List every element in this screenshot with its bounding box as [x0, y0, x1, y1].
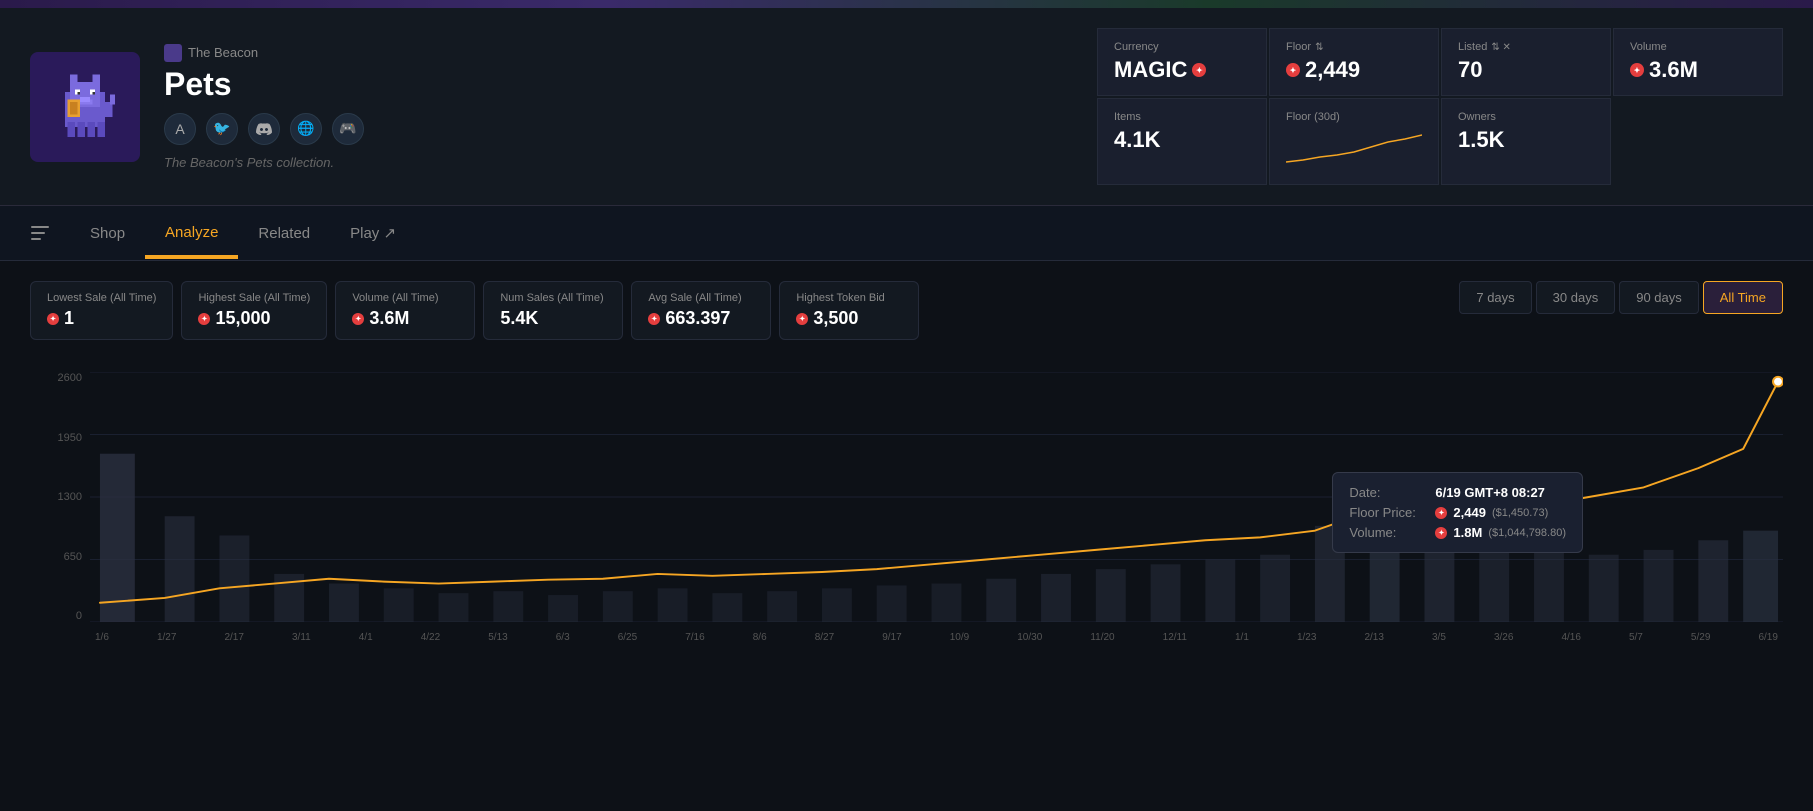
chart-svg-area: Date: 6/19 GMT+8 08:27 Floor Price: ✦ 2,… [90, 372, 1783, 622]
nav-bar: Shop Analyze Related Play ↗ [0, 206, 1813, 261]
social-btn-arweave[interactable]: A [164, 113, 196, 145]
analytics-stat-highest-sale: Highest Sale (All Time) ✦ 15,000 [181, 281, 327, 340]
tooltip-volume-value: 1.8M [1453, 525, 1482, 540]
social-links: A 🐦 🌐 🎮 [164, 113, 1073, 145]
main-content: Lowest Sale (All Time) ✦ 1 Highest Sale … [0, 261, 1813, 672]
floor-label: Floor ⇅ [1286, 41, 1422, 53]
lowest-sale-label: Lowest Sale (All Time) [47, 292, 156, 304]
chart-tooltip: Date: 6/19 GMT+8 08:27 Floor Price: ✦ 2,… [1332, 472, 1583, 553]
tooltip-floor-label: Floor Price: [1349, 505, 1429, 520]
time-btn-7days[interactable]: 7 days [1459, 281, 1531, 314]
magic-dot-highest: ✦ [198, 313, 210, 325]
tooltip-floor-value: 2,449 [1453, 505, 1486, 520]
tooltip-volume-usd: ($1,044,798.80) [1488, 527, 1566, 539]
volume-all-label: Volume (All Time) [352, 292, 458, 304]
chart-y-axis: 2600 1950 1300 650 0 [30, 372, 90, 622]
owners-label: Owners [1458, 111, 1594, 123]
num-sales-value: 5.4K [500, 308, 606, 329]
stats-grid: Currency MAGIC ✦ Floor ⇅ ✦ 2,449 Listed … [1097, 28, 1783, 185]
stat-card-floor30d: Floor (30d) [1269, 98, 1439, 185]
currency-value: MAGIC ✦ [1114, 57, 1250, 83]
items-label: Items [1114, 111, 1250, 123]
analytics-stat-lowest: Lowest Sale (All Time) ✦ 1 [30, 281, 173, 340]
analytics-stats: Lowest Sale (All Time) ✦ 1 Highest Sale … [30, 281, 919, 340]
stat-card-volume: Volume ✦ 3.6M [1613, 28, 1783, 96]
collection-source: The Beacon [164, 44, 1073, 62]
tab-shop[interactable]: Shop [70, 209, 145, 258]
token-bid-label: Highest Token Bid [796, 292, 902, 304]
stat-card-empty [1613, 98, 1783, 185]
time-range-buttons: 7 days 30 days 90 days All Time [1459, 281, 1783, 314]
time-btn-90days[interactable]: 90 days [1619, 281, 1699, 314]
chart-x-axis: 1/6 1/27 2/17 3/11 4/1 4/22 5/13 6/3 6/2… [90, 622, 1783, 652]
collection-description: The Beacon's Pets collection. [164, 155, 1073, 170]
top-banner [0, 0, 1813, 8]
source-label: The Beacon [188, 45, 258, 60]
token-bid-value: ✦ 3,500 [796, 308, 902, 329]
tooltip-date-label: Date: [1349, 485, 1429, 500]
analytics-stat-token-bid: Highest Token Bid ✦ 3,500 [779, 281, 919, 340]
listed-value: 70 [1458, 57, 1594, 83]
social-btn-game[interactable]: 🎮 [332, 113, 364, 145]
highest-sale-value: ✦ 15,000 [198, 308, 310, 329]
magic-dot-tooltip-vol: ✦ [1435, 527, 1447, 539]
avg-sale-value: ✦ 663.397 [648, 308, 754, 329]
stats-and-time-row: Lowest Sale (All Time) ✦ 1 Highest Sale … [30, 281, 1783, 356]
magic-dot-lowest: ✦ [47, 313, 59, 325]
social-btn-website[interactable]: 🌐 [290, 113, 322, 145]
listed-sort-icon: ⇅ ✕ [1491, 42, 1511, 53]
tooltip-floor-row: Floor Price: ✦ 2,449 ($1,450.73) [1349, 505, 1566, 520]
social-btn-discord[interactable] [248, 113, 280, 145]
stat-card-floor: Floor ⇅ ✦ 2,449 [1269, 28, 1439, 96]
currency-label: Currency [1114, 41, 1250, 53]
items-value: 4.1K [1114, 127, 1250, 153]
stat-card-currency: Currency MAGIC ✦ [1097, 28, 1267, 96]
beacon-icon [164, 44, 182, 62]
tooltip-volume-label: Volume: [1349, 525, 1429, 540]
highest-sale-label: Highest Sale (All Time) [198, 292, 310, 304]
analytics-stat-volume: Volume (All Time) ✦ 3.6M [335, 281, 475, 340]
lowest-sale-value: ✦ 1 [47, 308, 156, 329]
time-btn-30days[interactable]: 30 days [1536, 281, 1616, 314]
volume-value: ✦ 3.6M [1630, 57, 1766, 83]
tooltip-volume-row: Volume: ✦ 1.8M ($1,044,798.80) [1349, 525, 1566, 540]
pet-avatar-image [45, 67, 125, 147]
tooltip-date-row: Date: 6/19 GMT+8 08:27 [1349, 485, 1566, 500]
tab-play[interactable]: Play ↗ [330, 208, 416, 258]
floor-sparkline [1286, 127, 1422, 167]
avg-sale-label: Avg Sale (All Time) [648, 292, 754, 304]
tab-related[interactable]: Related [238, 209, 330, 258]
floor-sort-icon: ⇅ [1315, 42, 1323, 53]
collection-info: The Beacon Pets A 🐦 🌐 🎮 The Beacon's Pet… [164, 44, 1073, 170]
analytics-stat-num-sales: Num Sales (All Time) 5.4K [483, 281, 623, 340]
owners-value: 1.5K [1458, 127, 1594, 153]
magic-dot-avg: ✦ [648, 313, 660, 325]
magic-dot-bid: ✦ [796, 313, 808, 325]
listed-label: Listed ⇅ ✕ [1458, 41, 1594, 53]
chart-container: 2600 1950 1300 650 0 [30, 372, 1783, 652]
collection-header: The Beacon Pets A 🐦 🌐 🎮 The Beacon's Pet… [0, 8, 1813, 206]
magic-dot-volume: ✦ [1630, 63, 1644, 77]
collection-title: Pets [164, 66, 1073, 103]
tab-analyze[interactable]: Analyze [145, 208, 238, 259]
time-btn-alltime[interactable]: All Time [1703, 281, 1783, 314]
floor30d-label: Floor (30d) [1286, 111, 1422, 123]
volume-all-value: ✦ 3.6M [352, 308, 458, 329]
stat-card-owners: Owners 1.5K [1441, 98, 1611, 185]
magic-dot-currency: ✦ [1192, 63, 1206, 77]
analytics-stat-avg-sale: Avg Sale (All Time) ✦ 663.397 [631, 281, 771, 340]
volume-label: Volume [1630, 41, 1766, 53]
tooltip-floor-usd: ($1,450.73) [1492, 507, 1548, 519]
social-btn-twitter[interactable]: 🐦 [206, 113, 238, 145]
magic-dot-vol: ✦ [352, 313, 364, 325]
floor-value: ✦ 2,449 [1286, 57, 1422, 83]
magic-dot-tooltip-floor: ✦ [1435, 507, 1447, 519]
filter-button[interactable] [20, 213, 60, 253]
num-sales-label: Num Sales (All Time) [500, 292, 606, 304]
collection-avatar [30, 52, 140, 162]
stat-card-listed: Listed ⇅ ✕ 70 [1441, 28, 1611, 96]
magic-dot-floor: ✦ [1286, 63, 1300, 77]
tooltip-date-value: 6/19 GMT+8 08:27 [1435, 485, 1544, 500]
stat-card-items: Items 4.1K [1097, 98, 1267, 185]
